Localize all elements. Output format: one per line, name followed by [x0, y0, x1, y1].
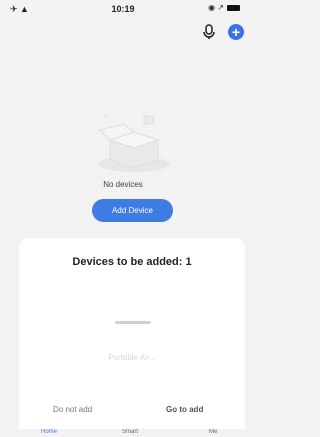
- device-thumbnail-icon: [115, 321, 151, 324]
- tab-me[interactable]: Me: [209, 429, 217, 435]
- add-icon-button[interactable]: +: [228, 24, 244, 40]
- status-bar: ✈ ▲ 10:19 ◉ ↗: [0, 0, 246, 18]
- tab-home[interactable]: Home: [41, 429, 57, 435]
- battery-icon: [227, 4, 240, 11]
- empty-box-illustration: [98, 114, 170, 172]
- devices-to-add-sheet: Devices to be added: 1 Portable Air... D…: [19, 238, 245, 429]
- empty-message: No devices: [103, 180, 143, 189]
- do-not-add-button[interactable]: Do not add: [53, 405, 92, 414]
- status-icons-right: ◉ ↗: [208, 3, 240, 12]
- device-name: Portable Air...: [108, 353, 156, 362]
- go-to-add-button[interactable]: Go to add: [166, 405, 203, 414]
- tab-smart[interactable]: Smart: [122, 429, 138, 435]
- add-device-button[interactable]: Add Device: [92, 199, 173, 222]
- status-right-glyphs: ◉ ↗: [208, 3, 224, 12]
- sheet-title: Devices to be added: 1: [72, 256, 192, 268]
- microphone-icon[interactable]: [202, 24, 216, 40]
